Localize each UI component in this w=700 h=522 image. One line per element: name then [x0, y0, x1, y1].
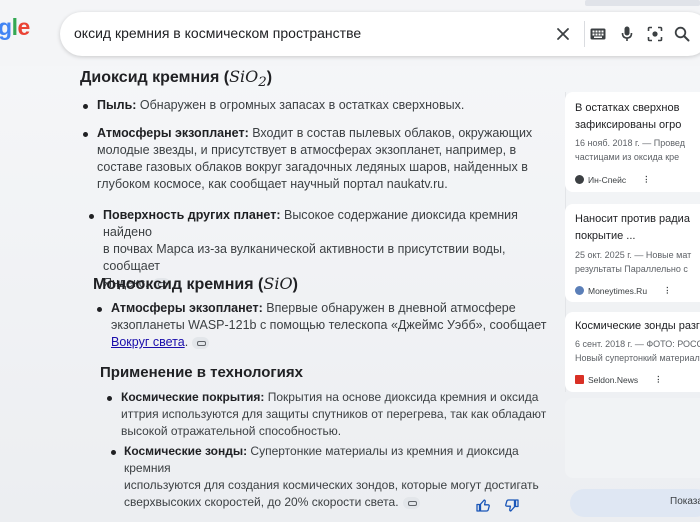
site-favicon-icon — [575, 175, 584, 184]
item-line: экзопланеты WASP-121b с помощью телескоп… — [111, 318, 547, 332]
bullet — [89, 214, 94, 219]
item-label: Космические покрытия: — [121, 390, 265, 404]
item-label: Космические зонды: — [124, 444, 248, 458]
heading-text: Диоксид кремния — [80, 69, 220, 86]
source-snippet-line: 16 нояб. 2018 г. — Провед — [575, 138, 685, 148]
bullet — [83, 132, 88, 137]
list-item: Пыль: Обнаружен в огромных запасах в ост… — [97, 97, 557, 114]
item-line: Космические зонды: Супертонкие материалы… — [124, 443, 556, 477]
formula: SiO2 — [229, 67, 267, 90]
thumbs-down-icon[interactable] — [505, 498, 519, 512]
item-line: Космические покрытия: Покрытия на основе… — [121, 389, 553, 406]
item-line: иттрия используются для защиты спутников… — [121, 407, 547, 421]
site-favicon-icon — [575, 375, 584, 384]
source-link-icon[interactable] — [402, 496, 420, 509]
screen: gle оксид кремния в космическом простран… — [0, 0, 700, 522]
source-card-placeholder — [565, 398, 700, 478]
search-input[interactable]: оксид кремния в космическом пространстве — [74, 25, 361, 41]
source-card[interactable]: Наносит против радиа покрытие ... 25 окт… — [565, 204, 700, 302]
bullet — [107, 396, 112, 401]
source-snippet-line: Новый супертонкий материал — [575, 353, 700, 363]
formula: SiO — [263, 274, 293, 293]
top-edge-decoration — [585, 0, 700, 6]
list-item: Атмосферы экзопланет: Впервые обнаружен … — [111, 300, 556, 351]
list-item: Космические зонды: Супертонкие материалы… — [124, 443, 556, 511]
sources-panel: В остатках сверхнов зафиксированы огро 1… — [565, 92, 700, 522]
source-title-line[interactable]: покрытие ... — [575, 229, 635, 244]
source-title-line[interactable]: В остатках сверхнов — [575, 101, 679, 116]
close-icon[interactable] — [552, 23, 574, 45]
item-line: сверхвысоких скоростей, до 20% скорости … — [124, 494, 556, 511]
show-more-button[interactable]: Показа — [570, 489, 700, 517]
section-heading-sio: Монооксид кремния (SiO) — [93, 274, 298, 293]
item-line: глубоком космосе, как сообщает научный п… — [97, 177, 448, 191]
item-text: Входит в состав пылевых облаков, окружаю… — [248, 126, 533, 140]
item-line: высокой отражательной способностью. — [121, 424, 342, 438]
ai-overview: Диоксид кремния (SiO2) Пыль: Обнаружен в… — [0, 66, 560, 522]
item-text: Впервые обнаружен в дневной атмосфере — [262, 301, 516, 315]
site-favicon-icon — [575, 286, 584, 295]
logo-letter-g: g — [0, 14, 12, 40]
bullet — [111, 450, 116, 455]
source-title-line[interactable]: Наносит против радиа — [575, 212, 690, 227]
more-options-icon[interactable]: ⋮ — [642, 174, 651, 185]
item-line: Поверхность других планет: Высокое содер… — [103, 207, 558, 241]
item-text: сверхвысоких скоростей, до 20% скорости … — [124, 495, 399, 509]
list-item: Атмосферы экзопланет: Входит в состав пы… — [97, 125, 557, 193]
formula-subscript: 2 — [258, 75, 267, 91]
show-more-label: Показа — [670, 496, 700, 507]
bullet — [83, 104, 88, 109]
source-snippet-line: результаты Параллельно с — [575, 264, 688, 274]
item-line: составе газовых облаков вокруг загадочны… — [97, 160, 528, 174]
source-card[interactable]: Космические зонды разг 6 сент. 2018 г. —… — [565, 312, 700, 392]
item-line: Атмосферы экзопланет: Входит в состав пы… — [97, 125, 557, 142]
source-site: Seldon.News ⋮ — [575, 374, 663, 385]
search-icon[interactable] — [671, 23, 693, 45]
more-options-icon[interactable]: ⋮ — [663, 285, 672, 296]
google-logo[interactable]: gle — [0, 14, 30, 41]
site-name: Moneytimes.Ru — [588, 285, 648, 296]
item-label: Поверхность других планет: — [103, 208, 281, 222]
lens-icon[interactable] — [644, 23, 666, 45]
item-line: молодые звезды, и присутствует в атмосфе… — [97, 143, 517, 157]
site-name: Ин-Спейс — [588, 174, 627, 185]
section-heading-tech: Применение в технологиях — [100, 364, 303, 381]
item-text: Обнаружен в огромных запасах в остатках … — [136, 98, 465, 112]
site-name: Seldon.News — [588, 374, 639, 385]
formula-base: SiO — [229, 67, 259, 86]
source-site: Moneytimes.Ru ⋮ — [575, 285, 672, 296]
item-label: Пыль: — [97, 98, 137, 112]
more-options-icon[interactable]: ⋮ — [654, 374, 663, 385]
source-link[interactable]: Вокруг света — [111, 335, 185, 349]
item-line: используются для создания космических зо… — [124, 478, 539, 492]
source-snippet-line: 6 сент. 2018 г. — ФОТО: РОСС — [575, 339, 700, 349]
logo-letter-e: e — [17, 14, 30, 40]
source-link-icon[interactable] — [192, 336, 210, 349]
item-label: Атмосферы экзопланет: — [111, 301, 263, 315]
top-bar: gle оксид кремния в космическом простран… — [0, 0, 700, 66]
source-snippet-line: частицами из оксида кре — [575, 152, 680, 162]
item-line: Атмосферы экзопланет: Впервые обнаружен … — [111, 300, 556, 317]
source-card[interactable]: В остатках сверхнов зафиксированы огро 1… — [565, 92, 700, 192]
item-text: . — [184, 335, 189, 349]
source-site: Ин-Спейс ⋮ — [575, 174, 651, 185]
section-heading-sio2: Диоксид кремния (SiO2) — [80, 67, 273, 91]
bullet — [97, 307, 102, 312]
search-separator — [584, 21, 585, 47]
thumbs-up-icon[interactable] — [476, 498, 490, 512]
keyboard-icon[interactable] — [587, 23, 609, 45]
item-line: в почвах Марса из-за вулканической актив… — [103, 242, 506, 273]
list-item: Космические покрытия: Покрытия на основе… — [121, 389, 553, 440]
source-snippet-line: 25 окт. 2025 г. — Новые мат — [575, 250, 692, 260]
search-box[interactable]: оксид кремния в космическом пространстве — [60, 12, 700, 56]
source-title-line[interactable]: зафиксированы огро — [575, 118, 681, 133]
item-line: Вокруг света. — [111, 334, 556, 351]
source-title-line[interactable]: Космические зонды разг — [575, 319, 700, 334]
item-label: Атмосферы экзопланет: — [97, 126, 249, 140]
mic-icon[interactable] — [616, 23, 638, 45]
heading-text: Монооксид кремния — [93, 276, 254, 293]
item-text: Покрытия на основе диоксида кремния и ок… — [264, 390, 539, 404]
